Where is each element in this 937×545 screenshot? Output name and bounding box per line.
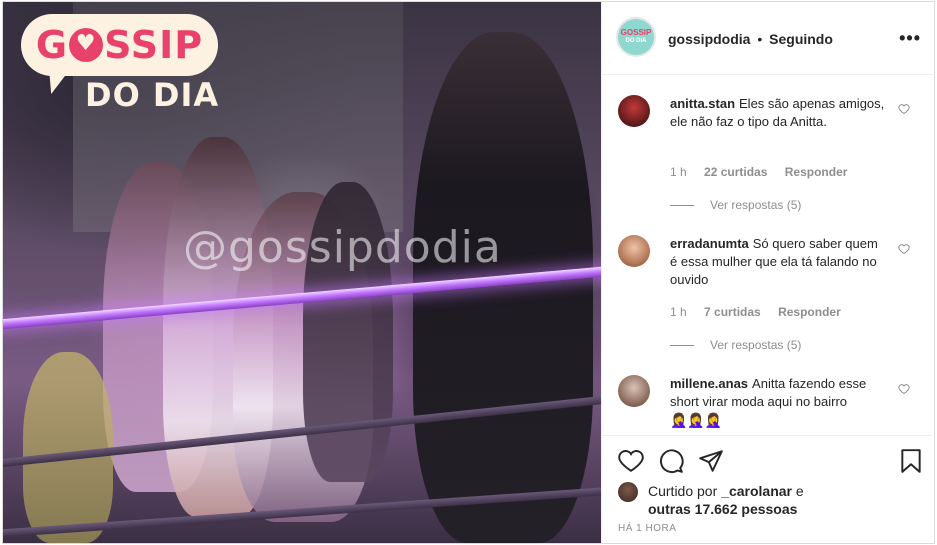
- following-button[interactable]: Seguindo: [769, 31, 833, 47]
- comment-username[interactable]: erradanumta: [670, 236, 749, 251]
- comment-time: 1 h: [670, 165, 687, 179]
- view-replies-text: Ver respostas (5): [710, 338, 802, 352]
- view-replies-button[interactable]: Ver respostas (5): [670, 198, 801, 212]
- comment-time: 1 h: [670, 305, 687, 319]
- comment-likes[interactable]: 22 curtidas: [704, 165, 767, 179]
- comment-heart-icon[interactable]: [898, 243, 910, 255]
- comment-avatar[interactable]: [618, 375, 650, 407]
- comment-body: anitta.stan Eles são apenas amigos, ele n…: [670, 95, 885, 131]
- instagram-post: GSSIP DO DIA @gossipdodia GOSSIP DO DIA …: [2, 1, 935, 544]
- reply-button[interactable]: Responder: [785, 165, 848, 179]
- post-actions: Curtido por _carolanar e outras 17.662 p…: [602, 435, 935, 544]
- avatar-text-2: DO DIA: [625, 38, 647, 44]
- comment-username[interactable]: anitta.stan: [670, 96, 735, 111]
- bookmark-icon[interactable]: [898, 448, 924, 474]
- comment-avatar[interactable]: [618, 235, 650, 267]
- heart-icon[interactable]: [618, 448, 644, 474]
- liker-username-link[interactable]: _carolanar: [721, 483, 792, 499]
- comment-avatar[interactable]: [618, 95, 650, 127]
- post-timestamp[interactable]: HÁ 1 HORA: [618, 523, 676, 534]
- share-icon[interactable]: [698, 448, 724, 474]
- author-avatar-image: GOSSIP DO DIA: [618, 19, 654, 55]
- photo-watermark: @gossipdodia: [183, 222, 502, 273]
- logo-heart-icon: [69, 28, 104, 62]
- author-avatar[interactable]: GOSSIP DO DIA: [616, 17, 656, 57]
- liked-by-conj: e: [795, 483, 804, 499]
- comment-meta: 1 h 7 curtidas Responder: [670, 305, 855, 319]
- comments-list[interactable]: anitta.stan Eles são apenas amigos, ele n…: [602, 75, 935, 435]
- more-icon[interactable]: •••: [899, 28, 921, 49]
- logo-bubble: GSSIP: [21, 14, 218, 76]
- comment-emoji: 🤦‍♀️🤦‍♀️🤦‍♀️: [670, 412, 723, 428]
- comment-body: erradanumta Só quero saber quem é essa mu…: [670, 235, 885, 289]
- header-text: gossipdodia • Seguindo: [668, 31, 833, 47]
- avatar-text-1: GOSSIP: [620, 28, 652, 37]
- liked-by-text: Curtido por _carolanar e outras 17.662 p…: [648, 482, 908, 518]
- view-replies-text: Ver respostas (5): [710, 198, 802, 212]
- post-photo[interactable]: GSSIP DO DIA @gossipdodia: [3, 2, 601, 543]
- comment-icon[interactable]: [658, 448, 684, 474]
- liker-avatar[interactable]: [618, 482, 638, 502]
- likes-count-link[interactable]: outras 17.662 pessoas: [648, 501, 797, 517]
- liked-by-prefix: Curtido por: [648, 483, 718, 499]
- header-separator: •: [757, 31, 763, 47]
- logo-text-gossip: GSSIP: [36, 23, 203, 67]
- comment-heart-icon[interactable]: [898, 383, 910, 395]
- gossip-do-dia-logo: GSSIP DO DIA: [21, 14, 221, 118]
- reply-button[interactable]: Responder: [778, 305, 841, 319]
- comment-heart-icon[interactable]: [898, 103, 910, 115]
- replies-line: [670, 345, 694, 347]
- comment-username[interactable]: millene.anas: [670, 376, 748, 391]
- comment-item: erradanumta Só quero saber quem é essa mu…: [618, 235, 918, 365]
- comment-body: millene.anas Anitta fazendo esse short vi…: [670, 375, 885, 430]
- post-side-panel: GOSSIP DO DIA gossipdodia • Seguindo •••…: [601, 2, 935, 543]
- comment-likes[interactable]: 7 curtidas: [704, 305, 761, 319]
- comment-item: anitta.stan Eles são apenas amigos, ele n…: [618, 95, 918, 225]
- post-header: GOSSIP DO DIA gossipdodia • Seguindo •••: [602, 2, 935, 75]
- logo-text-do-dia: DO DIA: [85, 76, 220, 114]
- view-replies-button[interactable]: Ver respostas (5): [670, 338, 801, 352]
- comment-item: millene.anas Anitta fazendo esse short vi…: [618, 375, 918, 435]
- comment-meta: 1 h 22 curtidas Responder: [670, 165, 861, 179]
- author-username-link[interactable]: gossipdodia: [668, 31, 750, 47]
- replies-line: [670, 205, 694, 207]
- photo-person: [23, 352, 113, 543]
